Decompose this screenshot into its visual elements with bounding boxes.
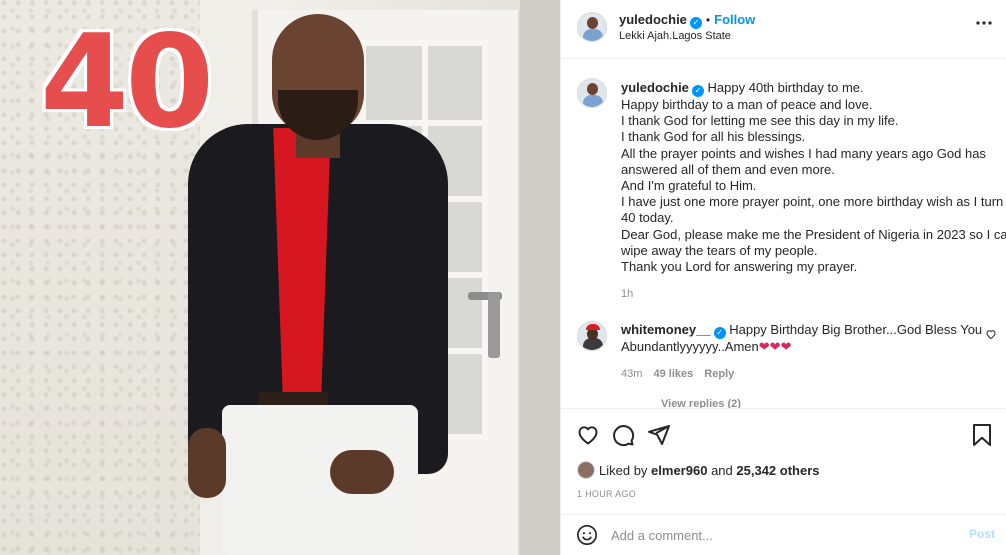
save-bookmark-icon[interactable] — [971, 423, 993, 452]
caption-line: 40 today. — [621, 210, 674, 226]
caption: yuledochie ✓ Happy 40th birthday to me. H… — [621, 80, 1006, 275]
header-title-row: yuledochie ✓ • Follow — [619, 11, 755, 29]
likes-count-link[interactable]: 25,342 others — [736, 463, 819, 478]
follow-button[interactable]: Follow — [714, 12, 755, 27]
caption-first-line: yuledochie ✓ Happy 40th birthday to me. — [621, 80, 1001, 97]
caption-line: All the prayer points and wishes I had m… — [621, 145, 986, 161]
verified-badge-icon: ✓ — [713, 327, 726, 339]
comment-likes[interactable]: 49 likes — [653, 368, 693, 380]
post-comment-button[interactable]: Post — [969, 527, 995, 541]
post-sidebar: yuledochie ✓ • Follow Lekki Ajah.Lagos Stat… — [560, 0, 1006, 555]
liker-avatar[interactable] — [577, 461, 595, 479]
comment-first-line: whitemoney__ ✓ Happy Birthday Big Brother… — [621, 322, 983, 339]
post-time-ago[interactable]: 1 HOUR AGO — [577, 489, 636, 499]
verified-badge-icon: ✓ — [691, 85, 704, 97]
commenter-username[interactable]: whitemoney__ — [621, 322, 711, 337]
post-location[interactable]: Lekki Ajah.Lagos State — [619, 30, 731, 42]
more-options-icon[interactable] — [975, 14, 993, 37]
caption-line: Happy birthday to a man of peace and lov… — [621, 97, 873, 112]
caption-avatar[interactable] — [577, 78, 607, 108]
left-hand — [188, 428, 226, 498]
commenter-avatar[interactable] — [577, 321, 607, 351]
reply-button[interactable]: Reply — [704, 368, 734, 380]
post-actions: Liked by elmer960 and 25,342 others 1 HO… — [561, 408, 1006, 514]
comment: whitemoney__ ✓ Happy Birthday Big Brother… — [621, 322, 983, 355]
right-hand — [330, 450, 394, 494]
view-replies-button[interactable]: View replies (2) — [661, 398, 741, 408]
caption-line: And I'm grateful to Him. — [621, 178, 757, 194]
add-comment-bar: Post — [561, 514, 1006, 555]
share-send-icon[interactable] — [647, 423, 671, 452]
caption-timestamp[interactable]: 1h — [621, 288, 633, 300]
caption-line: Thank you Lord for answering my prayer. — [621, 259, 858, 275]
comment-text: Abundantlyyyyyy..Amen — [621, 339, 759, 354]
liked-by-and: and — [711, 463, 733, 478]
comment-input[interactable] — [611, 525, 951, 545]
comment-bubble-icon[interactable] — [611, 423, 635, 452]
caption-line: Happy 40th birthday to me. — [707, 80, 864, 95]
comment-text: Happy Birthday Big Brother...God Bless Y… — [729, 322, 983, 337]
liked-by-text: Liked by — [599, 463, 648, 478]
caption-line: I have just one more prayer point, one m… — [621, 194, 1004, 210]
verified-badge-icon: ✓ — [689, 17, 702, 29]
author-username[interactable]: yuledochie — [619, 12, 687, 27]
comment-timestamp[interactable]: 43m — [621, 368, 642, 380]
liker-username[interactable]: elmer960 — [651, 463, 707, 478]
emoji-icon[interactable] — [576, 524, 598, 551]
caption-username[interactable]: yuledochie — [621, 80, 689, 95]
caption-line: Dear God, please make me the President o… — [621, 226, 1006, 242]
caption-line: I thank God for letting me see this day … — [621, 113, 899, 129]
like-heart-icon[interactable] — [576, 423, 600, 452]
red-hearts-emoji: ❤❤❤ — [758, 339, 792, 354]
like-comment-icon[interactable] — [985, 328, 997, 343]
post-image[interactable]: 40 — [0, 0, 560, 555]
comment-meta: 43m 49 likes Reply — [621, 368, 734, 380]
comment-text-line2: Abundantlyyyyyy..Amen❤❤❤ — [621, 339, 981, 355]
caption-line: I thank God for all his blessings. — [621, 129, 806, 145]
caption-line: answered all of them and even more. — [621, 161, 835, 177]
header-separator: • — [705, 13, 711, 27]
post-header: yuledochie ✓ • Follow Lekki Ajah.Lagos Stat… — [561, 0, 1006, 59]
caption-line: wipe away the tears of my people. — [621, 242, 818, 258]
author-avatar[interactable] — [577, 12, 607, 42]
overlay-number: 40 — [40, 8, 214, 157]
likes-summary: Liked by elmer960 and 25,342 others — [577, 461, 820, 479]
comments-list[interactable]: yuledochie ✓ Happy 40th birthday to me. H… — [561, 60, 1006, 408]
